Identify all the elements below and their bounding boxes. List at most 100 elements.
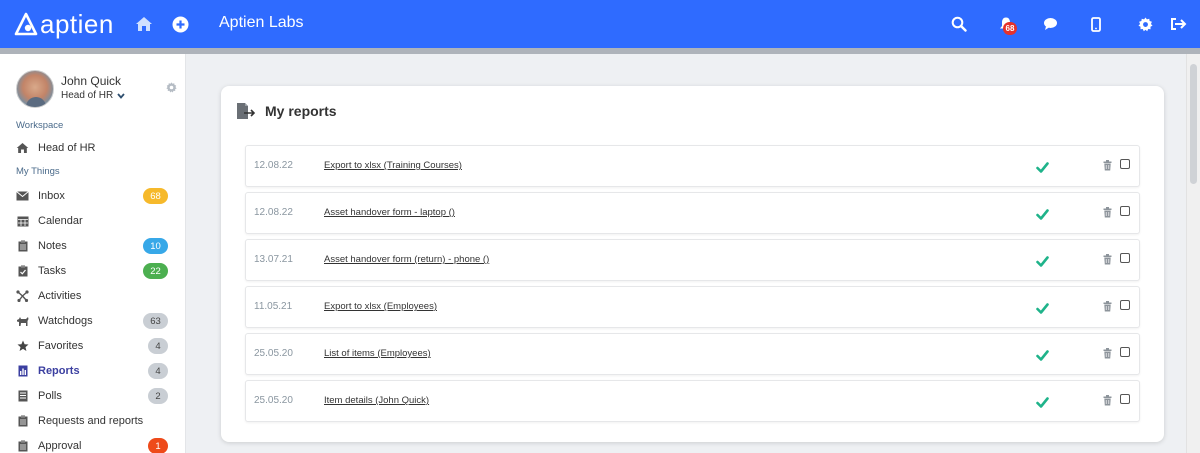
sidebar-item-activities[interactable]: Activities	[16, 286, 168, 306]
sidebar-item-label: Calendar	[38, 215, 83, 227]
report-link[interactable]: Asset handover form (return) - phone ()	[324, 254, 489, 265]
clipboard-icon	[16, 240, 29, 253]
poll-icon	[16, 390, 29, 403]
trash-icon[interactable]	[1103, 393, 1112, 411]
report-date: 12.08.22	[254, 207, 293, 218]
sidebar-item-label: Watchdogs	[38, 315, 93, 327]
user-profile[interactable]: John Quick Head of HR	[16, 70, 181, 110]
page-title: My reports	[265, 103, 337, 119]
polls-count-badge: 2	[148, 388, 168, 404]
sidebar-item-label: Reports	[38, 365, 80, 377]
completed-check-icon	[1036, 348, 1049, 366]
sidebar-item-polls[interactable]: Polls 2	[16, 386, 168, 406]
report-row: 12.08.22 Export to xlsx (Training Courses…	[245, 145, 1140, 187]
sidebar-item-calendar[interactable]: Calendar	[16, 211, 168, 231]
report-row: 12.08.22 Asset handover form - laptop ()	[245, 192, 1140, 234]
activities-icon	[16, 290, 29, 303]
tasks-icon	[16, 265, 29, 278]
workspace-section-label: Workspace	[16, 120, 64, 131]
avatar[interactable]	[16, 70, 54, 108]
user-role-label: Head of HR	[61, 90, 114, 101]
sidebar-item-label: Requests and reports	[38, 415, 144, 427]
row-select-checkbox[interactable]	[1120, 300, 1130, 310]
row-select-checkbox[interactable]	[1120, 347, 1130, 357]
sidebar-item-notes[interactable]: Notes 10	[16, 236, 168, 256]
favorites-count-badge: 4	[148, 338, 168, 354]
top-bar: aptien Aptien Labs 68	[0, 0, 1200, 48]
report-link[interactable]: Asset handover form - laptop ()	[324, 207, 455, 218]
sidebar-item-label: Favorites	[38, 340, 84, 352]
sidebar-item-reports[interactable]: Reports 4	[16, 361, 168, 381]
sidebar-item-inbox[interactable]: Inbox 68	[16, 186, 168, 206]
row-select-checkbox[interactable]	[1120, 206, 1130, 216]
report-row: 25.05.20 List of items (Employees)	[245, 333, 1140, 375]
trash-icon[interactable]	[1103, 346, 1112, 364]
sidebar-item-label: Notes	[38, 240, 67, 252]
sidebar-item-label: Activities	[38, 290, 82, 302]
mobile-icon[interactable]	[1086, 14, 1106, 34]
report-date: 11.05.21	[254, 301, 293, 312]
report-link[interactable]: List of items (Employees)	[324, 348, 431, 359]
add-icon[interactable]	[170, 14, 190, 34]
report-date: 12.08.22	[254, 160, 293, 171]
approval-count-badge: 1	[148, 438, 168, 453]
report-row: 25.05.20 Item details (John Quick)	[245, 380, 1140, 422]
sidebar-item-favorites[interactable]: Favorites 4	[16, 336, 168, 356]
trash-icon[interactable]	[1103, 252, 1112, 270]
row-select-checkbox[interactable]	[1120, 159, 1130, 169]
star-icon	[16, 340, 29, 353]
search-icon[interactable]	[949, 14, 969, 34]
sidebar-item-label: Polls	[38, 390, 62, 402]
row-select-checkbox[interactable]	[1120, 253, 1130, 263]
aptien-logo[interactable]: aptien	[14, 10, 114, 38]
card-header: My reports	[236, 102, 337, 120]
report-link[interactable]: Export to xlsx (Training Courses)	[324, 160, 462, 171]
sidebar: John Quick Head of HR Workspace Head of …	[0, 54, 186, 453]
trash-icon[interactable]	[1103, 205, 1112, 223]
watchdogs-count-badge: 63	[143, 313, 168, 329]
trash-icon[interactable]	[1103, 158, 1112, 176]
app-title: Aptien Labs	[219, 14, 304, 31]
sidebar-item-label: Approval	[38, 440, 82, 452]
logout-icon[interactable]	[1168, 14, 1188, 34]
home-icon	[16, 142, 29, 155]
notes-count-badge: 10	[143, 238, 168, 254]
completed-check-icon	[1036, 254, 1049, 272]
user-name: John Quick	[61, 74, 122, 88]
sidebar-item-watchdogs[interactable]: Watchdogs 63	[16, 311, 168, 331]
scrollbar-thumb[interactable]	[1190, 64, 1197, 184]
chevron-down-icon	[117, 92, 125, 99]
clipboard-icon	[16, 415, 29, 428]
user-role-dropdown[interactable]: Head of HR	[61, 90, 125, 101]
sidebar-item-label: Inbox	[38, 190, 65, 202]
sidebar-item-head-of-hr[interactable]: Head of HR	[16, 138, 168, 158]
report-link[interactable]: Item details (John Quick)	[324, 395, 429, 406]
trash-icon[interactable]	[1103, 299, 1112, 317]
notification-count-badge: 68	[1003, 22, 1017, 35]
my-reports-card: My reports 12.08.22 Export to xlsx (Train…	[221, 86, 1164, 442]
home-icon[interactable]	[134, 14, 154, 34]
page-scrollbar[interactable]	[1186, 54, 1200, 453]
report-row: 11.05.21 Export to xlsx (Employees)	[245, 286, 1140, 328]
row-select-checkbox[interactable]	[1120, 394, 1130, 404]
tasks-count-badge: 22	[143, 263, 168, 279]
report-date: 13.07.21	[254, 254, 293, 265]
settings-gear-icon[interactable]	[1135, 14, 1155, 34]
sidebar-item-tasks[interactable]: Tasks 22	[16, 261, 168, 281]
logo-mark-icon	[14, 12, 38, 36]
report-link[interactable]: Export to xlsx (Employees)	[324, 301, 437, 312]
chat-icon[interactable]	[1040, 14, 1060, 34]
calendar-icon	[16, 215, 29, 228]
dog-icon	[16, 315, 29, 328]
report-date: 25.05.20	[254, 348, 293, 359]
my-things-section-label: My Things	[16, 166, 60, 177]
completed-check-icon	[1036, 207, 1049, 225]
sidebar-item-requests-and-reports[interactable]: Requests and reports	[16, 411, 168, 431]
profile-settings-gear-icon[interactable]	[166, 80, 177, 98]
completed-check-icon	[1036, 395, 1049, 413]
report-row: 13.07.21 Asset handover form (return) - p…	[245, 239, 1140, 281]
report-date: 25.05.20	[254, 395, 293, 406]
inbox-count-badge: 68	[143, 188, 168, 204]
export-report-icon	[237, 103, 256, 119]
sidebar-item-approval[interactable]: Approval 1	[16, 436, 168, 453]
